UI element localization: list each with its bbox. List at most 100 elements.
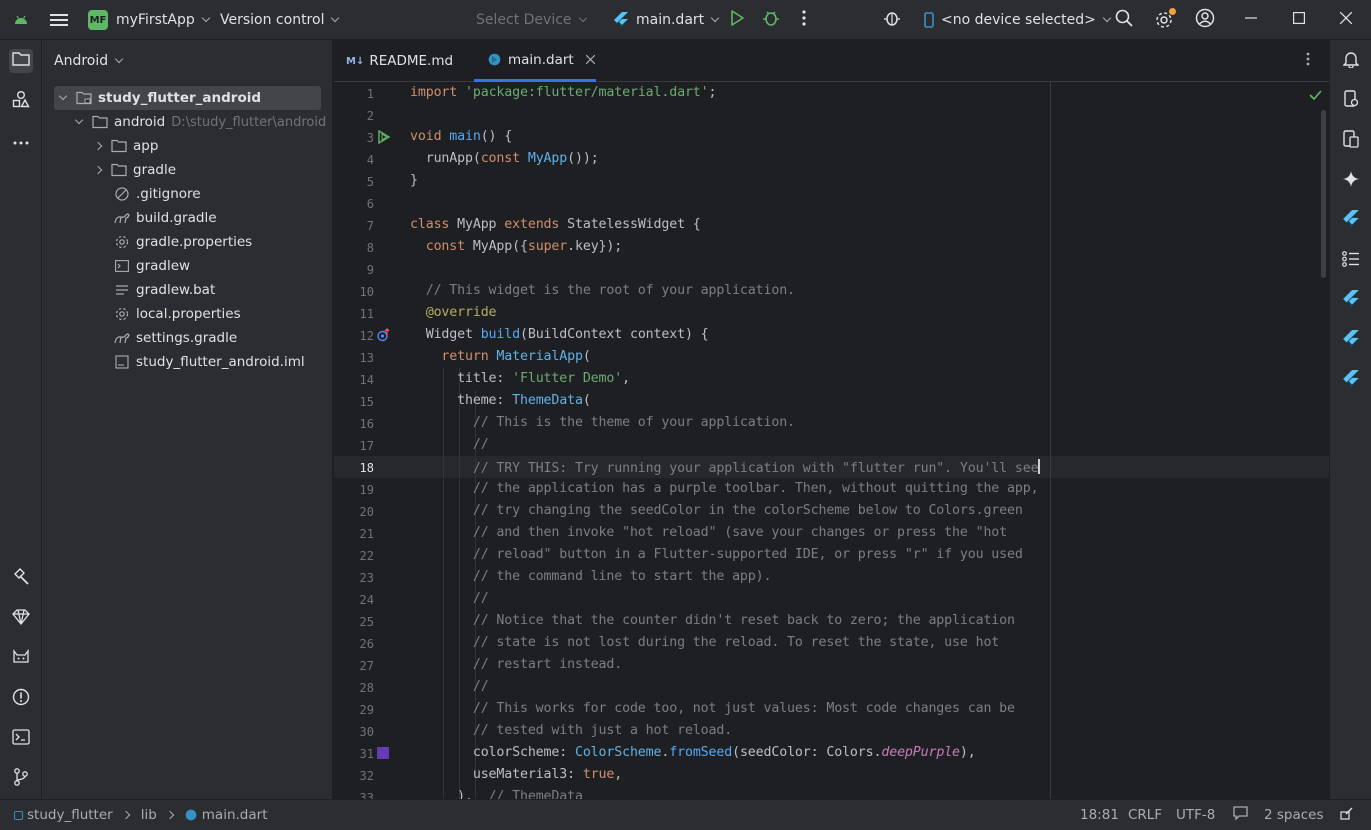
- run-config-selector[interactable]: main.dart: [614, 0, 720, 40]
- terminal-button[interactable]: [9, 727, 33, 751]
- chevron-down-icon: [114, 54, 124, 64]
- line-number: 1: [366, 87, 374, 101]
- terminal-icon: [12, 729, 30, 749]
- code-line: // the command line to start the app).: [410, 569, 772, 584]
- select-device-dropdown[interactable]: Select Device: [476, 0, 587, 40]
- tree-item-gradle-properties[interactable]: gradle.properties: [42, 230, 333, 254]
- no-problems-check-icon[interactable]: [1309, 89, 1322, 104]
- main-menu-button[interactable]: [50, 0, 68, 40]
- search-button[interactable]: [1115, 0, 1133, 40]
- logcat-button[interactable]: [9, 647, 33, 671]
- attach-debugger-button[interactable]: [882, 0, 902, 40]
- project-selector[interactable]: MF myFirstApp: [88, 0, 210, 40]
- flutter-inspector-button[interactable]: [1339, 209, 1363, 233]
- code-line: //: [410, 679, 489, 694]
- flutter-outline-button[interactable]: [1339, 289, 1363, 313]
- more-horizontal-icon: [13, 134, 29, 149]
- flutter-performance-button[interactable]: [1339, 329, 1363, 353]
- running-devices-button[interactable]: [1339, 129, 1363, 153]
- expand-arrow-icon: [74, 115, 84, 125]
- tree-item-build-gradle[interactable]: build.gradle: [42, 206, 333, 230]
- code-line: title: 'Flutter Demo',: [410, 371, 630, 386]
- code-editor[interactable]: 1 2 3 4 5 6 7 8 9 10 11 12 13 14 15 16 17 18 19 20 21 22 23 24 2…: [334, 82, 1329, 799]
- tree-module-item[interactable]: android D:\study_flutter\android: [42, 110, 333, 134]
- problems-button[interactable]: [9, 687, 33, 711]
- code-line: const MyApp({super.key});: [425, 239, 623, 254]
- list-icon: [1342, 251, 1360, 271]
- run-gutter-icon[interactable]: [377, 129, 391, 148]
- collapse-arrow-icon: [93, 141, 103, 151]
- run-button[interactable]: [729, 0, 745, 40]
- tree-item-settings-gradle[interactable]: settings.gradle: [42, 326, 333, 350]
- device-manager-button[interactable]: [1339, 89, 1363, 113]
- gradle-icon: [114, 210, 130, 226]
- code-line: theme: ThemeData(: [410, 393, 591, 408]
- flutter-icon: [1343, 370, 1359, 392]
- debug-button[interactable]: [762, 0, 780, 40]
- more-actions-button[interactable]: [802, 0, 806, 40]
- line-number: 16: [359, 417, 374, 431]
- tab-close-icon[interactable]: [585, 55, 595, 64]
- line-separator[interactable]: CRLF: [1128, 800, 1162, 830]
- color-swatch-gutter-icon[interactable]: [377, 747, 389, 759]
- minimize-button[interactable]: [1245, 0, 1257, 40]
- code-line: // Notice that the counter didn't reset …: [410, 613, 1015, 628]
- tab-readme[interactable]: M↓ README.md: [346, 40, 453, 82]
- code-line: void main() {: [410, 129, 513, 144]
- tree-item-gradlew-bat[interactable]: gradlew.bat: [42, 278, 333, 302]
- tree-root-item[interactable]: study_flutter_android: [54, 86, 321, 110]
- tree-item-gradlew[interactable]: gradlew: [42, 254, 333, 278]
- line-number: 15: [359, 395, 374, 409]
- code-line: // This widget is the root of your appli…: [410, 283, 795, 298]
- account-button[interactable]: [1195, 0, 1215, 40]
- override-gutter-icon[interactable]: [377, 328, 391, 346]
- run-config-label: main.dart: [636, 12, 705, 28]
- resource-manager-button[interactable]: [9, 89, 33, 113]
- folder-icon: [92, 114, 108, 130]
- structure-button[interactable]: [1339, 249, 1363, 273]
- build-tool-button[interactable]: [9, 567, 33, 591]
- flutter-icon: [1343, 330, 1359, 352]
- readonly-toggle[interactable]: [1233, 800, 1248, 830]
- settings-file-icon: [114, 306, 130, 322]
- file-encoding[interactable]: UTF-8: [1176, 800, 1215, 830]
- tree-item-iml[interactable]: study_flutter_android.iml: [42, 350, 333, 374]
- lock-toggle[interactable]: [1340, 800, 1353, 830]
- project-view-selector[interactable]: Android: [54, 49, 345, 73]
- line-number: 7: [366, 219, 374, 233]
- caret-position[interactable]: 18:81: [1080, 800, 1119, 830]
- project-tool-button[interactable]: [9, 49, 33, 73]
- tree-item-app[interactable]: app: [42, 134, 333, 158]
- line-number: 12: [359, 329, 374, 343]
- right-margin-guide: [1050, 82, 1051, 799]
- code-line: //: [410, 437, 489, 452]
- tree-item-local-properties[interactable]: local.properties: [42, 302, 333, 326]
- tab-options-button[interactable]: [1306, 40, 1310, 82]
- gemini-button[interactable]: [1339, 169, 1363, 193]
- gemini-tool-button[interactable]: [9, 607, 33, 631]
- close-window-button[interactable]: [1339, 0, 1353, 40]
- indent-setting[interactable]: 2 spaces: [1264, 800, 1324, 830]
- tab-main-dart[interactable]: main.dart: [474, 40, 596, 82]
- tree-item-label: gradlew.bat: [136, 282, 216, 298]
- settings-button[interactable]: [1155, 0, 1176, 40]
- chevron-down-icon: [578, 13, 587, 23]
- line-number: 26: [359, 637, 374, 651]
- code-line: // and then invoke "hot reload" (save yo…: [410, 525, 1008, 540]
- breadcrumb-item[interactable]: study_flutter: [27, 807, 113, 823]
- maximize-button[interactable]: [1293, 0, 1306, 40]
- version-control-button[interactable]: [9, 767, 33, 791]
- breadcrumb-item[interactable]: main.dart: [202, 807, 268, 823]
- vertical-scrollbar[interactable]: [1321, 110, 1326, 278]
- flutter-icon: [1343, 210, 1359, 232]
- markdown-icon: M↓: [346, 55, 365, 67]
- more-tools-button[interactable]: [9, 129, 33, 153]
- code-line: // This works for code too, not just val…: [410, 701, 1015, 716]
- tree-item-gitignore[interactable]: .gitignore: [42, 182, 333, 206]
- flutter-deep-links-button[interactable]: [1339, 369, 1363, 393]
- notifications-button[interactable]: [1339, 49, 1363, 73]
- breadcrumb-item[interactable]: lib: [141, 807, 157, 823]
- device-manager-selector[interactable]: <no device selected>: [924, 0, 1112, 40]
- tree-item-gradle[interactable]: gradle: [42, 158, 333, 182]
- vcs-menu[interactable]: Version control: [220, 0, 340, 40]
